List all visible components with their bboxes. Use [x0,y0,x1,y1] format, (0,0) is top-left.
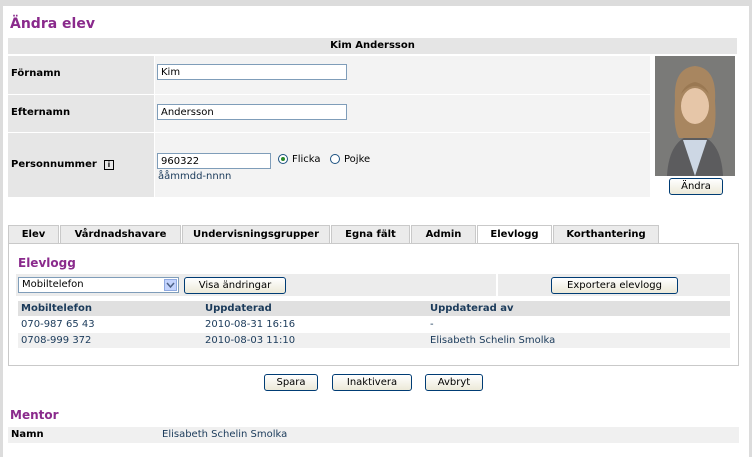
elevlogg-title: Elevlogg [18,256,76,270]
portrait-image [655,56,735,176]
tab-admin[interactable]: Admin [411,225,476,243]
firstname-label: Förnamn [11,68,61,79]
radio-pojke[interactable] [330,154,340,164]
radio-flicka-label: Flicka [292,154,321,165]
chevron-down-icon[interactable] [164,279,177,291]
show-changes-button[interactable]: Visa ändringar [184,277,286,294]
mentor-name-value: Elisabeth Schelin Smolka [162,429,288,440]
page: Ändra elev Kim Andersson Förnamn Kim Eft… [3,6,749,457]
col-header-mobiltelefon: Mobiltelefon [21,303,92,314]
cancel-button[interactable]: Avbryt [425,374,483,391]
table-row: 0708-999 372 2010-08-03 11:10 Elisabeth … [18,333,730,348]
table-cell: 0708-999 372 [21,335,92,346]
tab-undervisningsgrupper[interactable]: Undervisningsgrupper [182,225,330,243]
col-header-uppdaterad: Uppdaterad [205,303,272,314]
page-title: Ändra elev [10,16,95,32]
tab-egna-falt[interactable]: Egna fält [331,225,410,243]
mentor-title: Mentor [10,408,59,422]
radio-pojke-label: Pojke [344,154,371,165]
export-elevlogg-button[interactable]: Exportera elevlogg [551,277,678,294]
personnr-hint: ååmmdd-nnnn [158,171,232,182]
radio-flicka[interactable] [278,154,288,164]
change-photo-button[interactable]: Ändra [669,178,723,195]
lastname-label: Efternamn [11,107,71,118]
col-header-uppdaterad-av: Uppdaterad av [430,303,514,314]
personnr-label: Personnummer [11,159,97,170]
table-cell: 2010-08-03 11:10 [205,335,296,346]
info-icon[interactable]: i [104,160,114,170]
student-photo [655,56,735,176]
mentor-name-label: Namn [11,429,44,440]
firstname-input[interactable]: Kim [157,64,347,80]
student-name-bar: Kim Andersson [8,38,737,54]
firstname-label-cell: Förnamn [8,56,154,94]
log-filter-value: Mobiltelefon [22,279,84,290]
table-cell: - [430,319,434,330]
personnr-label-cell: Personnummer i [8,133,154,197]
save-button[interactable]: Spara [264,374,318,391]
table-cell: 2010-08-31 16:16 [205,319,296,330]
table-row: 070-987 65 43 2010-08-31 16:16 - [18,317,730,332]
table-cell: Elisabeth Schelin Smolka [430,335,556,346]
lastname-label-cell: Efternamn [8,95,154,132]
table-cell: 070-987 65 43 [21,319,95,330]
tab-vardnadshavare[interactable]: Vårdnadshavare [60,225,181,243]
elevlogg-table-header: Mobiltelefon Uppdaterad Uppdaterad av [18,301,730,316]
lastname-input[interactable]: Andersson [157,104,347,120]
mentor-row: Namn Elisabeth Schelin Smolka [8,427,739,443]
tab-korthantering[interactable]: Korthantering [553,225,659,243]
tab-elevlogg[interactable]: Elevlogg [477,225,552,245]
deactivate-button[interactable]: Inaktivera [332,374,412,391]
personnr-input[interactable]: 960322 [157,153,271,169]
log-filter-select[interactable]: Mobiltelefon [18,277,179,293]
tab-elev[interactable]: Elev [8,225,59,243]
